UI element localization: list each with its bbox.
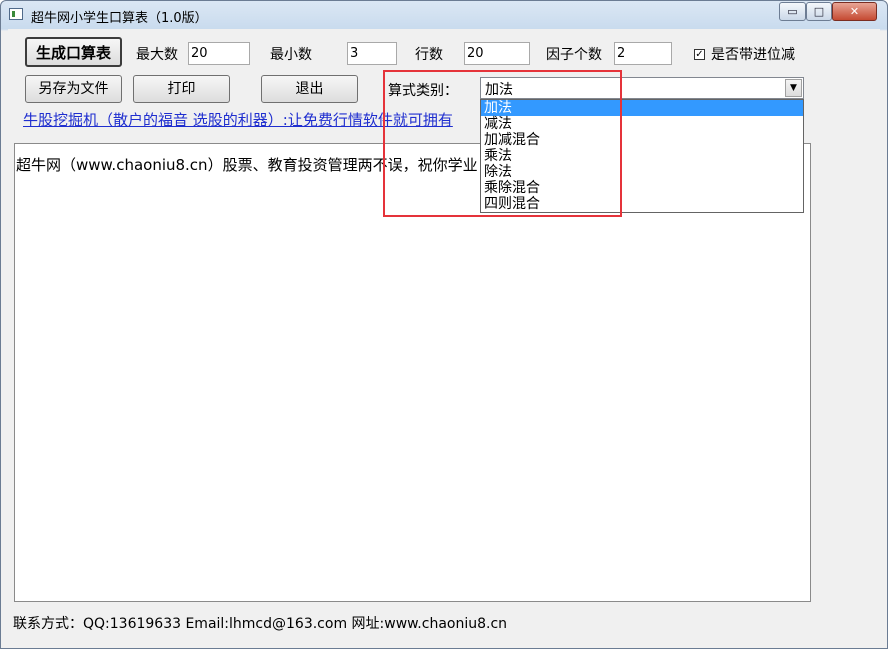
client-area: 生成口算表 最大数 最小数 行数 因子个数 ✓ 是否带进位减 另存为文件 打印 … [8, 29, 880, 643]
generate-button[interactable]: 生成口算表 [25, 37, 122, 67]
chevron-down-icon[interactable]: ▼ [785, 79, 802, 97]
title-bar: 超牛网小学生口算表（1.0版） ▭ □ ✕ [1, 1, 887, 29]
print-button[interactable]: 打印 [133, 75, 230, 103]
max-number-label: 最大数 [136, 47, 178, 63]
rows-label: 行数 [415, 47, 443, 63]
exit-button[interactable]: 退出 [261, 75, 358, 103]
factors-label: 因子个数 [546, 47, 602, 63]
carry-checkbox[interactable]: ✓ [694, 49, 705, 60]
min-number-input[interactable] [347, 42, 397, 65]
app-window: 超牛网小学生口算表（1.0版） ▭ □ ✕ 生成口算表 最大数 最小数 行数 因… [0, 0, 888, 649]
app-icon [9, 8, 23, 20]
minimize-button[interactable]: ▭ [779, 2, 806, 21]
contact-footer: 联系方式：QQ:13619633 Email:lhmcd@163.com 网址:… [13, 616, 508, 632]
highlight-box [383, 70, 622, 217]
close-button[interactable]: ✕ [832, 2, 877, 21]
maximize-button[interactable]: □ [806, 2, 832, 21]
rows-input[interactable] [464, 42, 530, 65]
max-number-input[interactable] [188, 42, 250, 65]
factors-input[interactable] [614, 42, 672, 65]
save-file-button[interactable]: 另存为文件 [25, 75, 122, 103]
min-number-label: 最小数 [270, 47, 312, 63]
window-title: 超牛网小学生口算表（1.0版） [31, 11, 208, 26]
carry-label: 是否带进位减 [711, 47, 795, 63]
